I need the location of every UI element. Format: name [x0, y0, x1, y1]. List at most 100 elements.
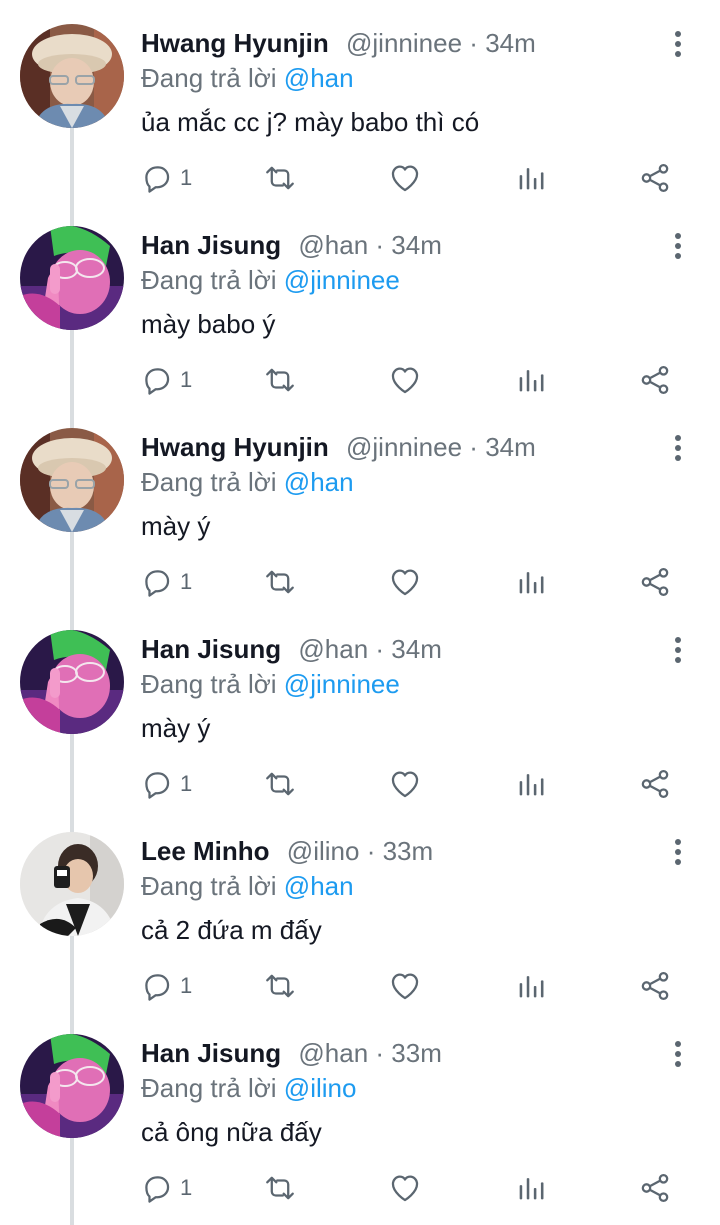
display-name[interactable]: Hwang Hyunjin [141, 28, 329, 58]
more-vertical-icon [675, 51, 681, 57]
share-icon [638, 1171, 672, 1205]
analytics-button[interactable] [514, 562, 548, 602]
like-button[interactable] [388, 158, 422, 198]
like-button[interactable] [388, 360, 422, 400]
user-handle[interactable]: @han [298, 1038, 368, 1068]
like-button[interactable] [388, 764, 422, 804]
avatar[interactable] [20, 1034, 124, 1138]
separator-dot: · [375, 230, 385, 260]
display-name[interactable]: Lee Minho [141, 836, 270, 866]
retweet-button[interactable] [263, 158, 297, 198]
replying-to-label: Đang trả lời [141, 669, 277, 699]
avatar[interactable] [20, 428, 124, 532]
tweet-actions: 1 [0, 158, 720, 198]
replying-to-mention[interactable]: @han [284, 467, 354, 497]
more-options-button[interactable] [662, 632, 694, 668]
heart-icon [388, 1171, 422, 1205]
tweet-reply[interactable]: Han Jisung @han · 34m Đang trả lời @jinn… [0, 606, 720, 808]
analytics-button[interactable] [514, 966, 548, 1006]
like-button[interactable] [388, 562, 422, 602]
analytics-button[interactable] [514, 158, 548, 198]
tweet-text: mày babo ý [141, 309, 276, 339]
analytics-icon [514, 161, 548, 195]
like-button[interactable] [388, 1168, 422, 1208]
heart-icon [388, 767, 422, 801]
tweet-reply[interactable]: Hwang Hyunjin @jinninee · 34m Đang trả l… [0, 0, 720, 202]
timestamp[interactable]: 34m [391, 634, 442, 664]
more-options-button[interactable] [662, 430, 694, 466]
analytics-button[interactable] [514, 764, 548, 804]
share-button[interactable] [638, 360, 672, 400]
retweet-icon [263, 363, 297, 397]
share-button[interactable] [638, 966, 672, 1006]
reply-button[interactable]: 1 [140, 764, 192, 804]
replying-to-label: Đang trả lời [141, 1073, 277, 1103]
user-handle[interactable]: @ilino [287, 836, 360, 866]
timestamp[interactable]: 33m [383, 836, 434, 866]
tweet-reply[interactable]: Hwang Hyunjin @jinninee · 34m Đang trả l… [0, 404, 720, 606]
retweet-button[interactable] [263, 966, 297, 1006]
retweet-button[interactable] [263, 764, 297, 804]
tweet-text: mày ý [141, 713, 211, 743]
separator-dot: · [375, 634, 385, 664]
timestamp[interactable]: 34m [391, 230, 442, 260]
more-options-button[interactable] [662, 1036, 694, 1072]
retweet-button[interactable] [263, 562, 297, 602]
reply-button[interactable]: 1 [140, 360, 192, 400]
reply-count: 1 [180, 973, 193, 998]
share-button[interactable] [638, 562, 672, 602]
like-button[interactable] [388, 966, 422, 1006]
reply-icon [140, 1171, 174, 1205]
user-handle[interactable]: @jinninee [346, 432, 462, 462]
avatar[interactable] [20, 226, 124, 330]
more-vertical-icon [675, 445, 681, 451]
tweet-reply[interactable]: Han Jisung @han · 34m Đang trả lời @jinn… [0, 202, 720, 404]
retweet-button[interactable] [263, 1168, 297, 1208]
tweet-reply[interactable]: Lee Minho @ilino · 33m Đang trả lời @han… [0, 808, 720, 1010]
replying-to-mention[interactable]: @ilino [284, 1073, 357, 1103]
analytics-icon [514, 969, 548, 1003]
more-options-button[interactable] [662, 834, 694, 870]
more-options-button[interactable] [662, 228, 694, 264]
timestamp[interactable]: 34m [485, 432, 536, 462]
more-vertical-icon [675, 637, 681, 643]
timestamp[interactable]: 34m [485, 28, 536, 58]
share-button[interactable] [638, 158, 672, 198]
user-handle[interactable]: @han [298, 230, 368, 260]
display-name[interactable]: Han Jisung [141, 230, 281, 260]
tweet-header: Han Jisung @han · 34m [141, 632, 442, 666]
share-button[interactable] [638, 764, 672, 804]
replying-to-mention[interactable]: @han [284, 63, 354, 93]
share-button[interactable] [638, 1168, 672, 1208]
display-name[interactable]: Han Jisung [141, 1038, 281, 1068]
more-options-button[interactable] [662, 26, 694, 62]
display-name[interactable]: Hwang Hyunjin [141, 432, 329, 462]
tweet-header: Hwang Hyunjin @jinninee · 34m [141, 26, 536, 60]
replying-to-label: Đang trả lời [141, 63, 277, 93]
reply-button[interactable]: 1 [140, 158, 192, 198]
user-handle[interactable]: @jinninee [346, 28, 462, 58]
replying-to-mention[interactable]: @han [284, 871, 354, 901]
replying-to-mention[interactable]: @jinninee [284, 265, 400, 295]
retweet-button[interactable] [263, 360, 297, 400]
tweet-actions: 1 [0, 1168, 720, 1208]
analytics-button[interactable] [514, 1168, 548, 1208]
tweet-text: cả 2 đứa m đấy [141, 915, 322, 945]
more-vertical-icon [675, 839, 681, 845]
analytics-button[interactable] [514, 360, 548, 400]
avatar[interactable] [20, 630, 124, 734]
separator-dot: · [375, 1038, 385, 1068]
avatar[interactable] [20, 24, 124, 128]
reply-count: 1 [180, 165, 193, 190]
share-icon [638, 969, 672, 1003]
user-handle[interactable]: @han [298, 634, 368, 664]
tweet-reply[interactable]: Han Jisung @han · 33m Đang trả lời @ilin… [0, 1010, 720, 1212]
reply-button[interactable]: 1 [140, 966, 192, 1006]
replying-to: Đang trả lời @han [141, 60, 354, 96]
display-name[interactable]: Han Jisung [141, 634, 281, 664]
reply-button[interactable]: 1 [140, 562, 192, 602]
avatar[interactable] [20, 832, 124, 936]
reply-button[interactable]: 1 [140, 1168, 192, 1208]
timestamp[interactable]: 33m [391, 1038, 442, 1068]
replying-to-mention[interactable]: @jinninee [284, 669, 400, 699]
